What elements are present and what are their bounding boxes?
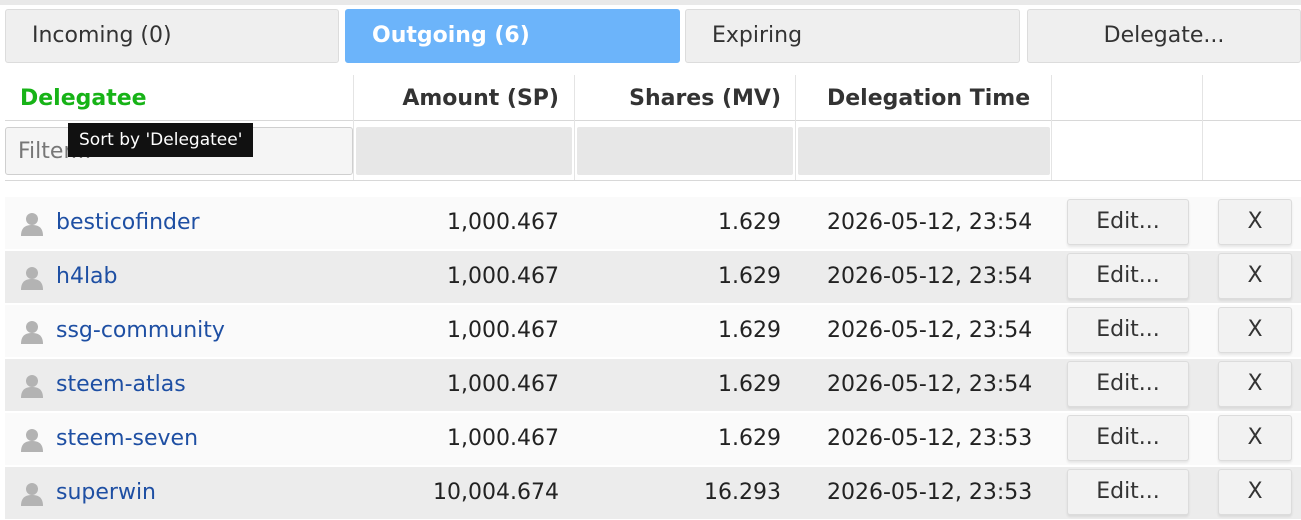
avatar-icon (19, 319, 45, 345)
shares-cell: 1.629 (718, 264, 781, 289)
remove-button[interactable]: X (1218, 199, 1292, 245)
time-filter-placeholder (798, 127, 1050, 175)
edit-button[interactable]: Edit... (1067, 307, 1189, 353)
column-header-amount[interactable]: Amount (SP) (355, 75, 559, 121)
amount-cell: 1,000.467 (447, 372, 559, 397)
column-header-shares[interactable]: Shares (MV) (577, 75, 781, 121)
remove-button[interactable]: X (1218, 253, 1292, 299)
table-row: steem-atlas 1,000.467 1.629 2026-05-12, 23:… (5, 359, 1301, 411)
edit-button[interactable]: Edit... (1067, 415, 1189, 461)
shares-cell: 1.629 (718, 426, 781, 451)
tab-bar: Incoming (0) Outgoing (6) Expiring Deleg… (0, 5, 1301, 71)
edit-button[interactable]: Edit... (1067, 253, 1189, 299)
table-row: steem-seven 1,000.467 1.629 2026-05-12, 23:… (5, 413, 1301, 465)
remove-button[interactable]: X (1218, 307, 1292, 353)
amount-cell: 10,004.674 (433, 480, 559, 505)
table-row: ssg-community 1,000.467 1.629 2026-05-12, 2… (5, 305, 1301, 357)
remove-button[interactable]: X (1218, 415, 1292, 461)
tab-outgoing[interactable]: Outgoing (6) (345, 9, 680, 63)
table-row: besticofinder 1,000.467 1.629 2026-05-12, 2… (5, 197, 1301, 249)
remove-button[interactable]: X (1218, 361, 1292, 407)
table-row: superwin 10,004.674 16.293 2026-05-12, 23:5… (5, 467, 1301, 519)
delegatee-link[interactable]: superwin (56, 467, 156, 519)
amount-cell: 1,000.467 (447, 426, 559, 451)
delegation-time-cell: 2026-05-12, 23:54 (827, 210, 1033, 235)
table-row: h4lab 1,000.467 1.629 2026-05-12, 23:54 Edit… (5, 251, 1301, 303)
delegations-grid: Delegatee Amount (SP) Shares (MV) Delega… (5, 75, 1301, 520)
delegation-time-cell: 2026-05-12, 23:54 (827, 318, 1033, 343)
delegatee-link[interactable]: h4lab (56, 251, 118, 303)
delegation-time-cell: 2026-05-12, 23:53 (827, 480, 1033, 505)
shares-cell: 1.629 (718, 210, 781, 235)
tab-incoming[interactable]: Incoming (0) (5, 9, 339, 63)
shares-filter-placeholder (577, 127, 793, 175)
edit-button[interactable]: Edit... (1067, 199, 1189, 245)
avatar-icon (19, 373, 45, 399)
amount-cell: 1,000.467 (447, 318, 559, 343)
delegation-time-cell: 2026-05-12, 23:54 (827, 372, 1033, 397)
column-header-delegatee[interactable]: Delegatee (20, 75, 350, 121)
remove-button[interactable]: X (1218, 469, 1292, 515)
avatar-icon (19, 211, 45, 237)
delegatee-link[interactable]: steem-atlas (56, 359, 186, 411)
amount-cell: 1,000.467 (447, 210, 559, 235)
amount-filter-placeholder (356, 127, 572, 175)
shares-cell: 1.629 (718, 318, 781, 343)
column-header-delegation-time[interactable]: Delegation Time (827, 75, 1052, 121)
delegation-time-cell: 2026-05-12, 23:53 (827, 426, 1033, 451)
delegation-time-cell: 2026-05-12, 23:54 (827, 264, 1033, 289)
tab-expiring[interactable]: Expiring (685, 9, 1020, 63)
sort-tooltip: Sort by 'Delegatee' (68, 123, 254, 157)
shares-cell: 16.293 (704, 480, 781, 505)
delegatee-link[interactable]: besticofinder (56, 197, 200, 249)
avatar-icon (19, 427, 45, 453)
delegatee-link[interactable]: steem-seven (56, 413, 198, 465)
header-row: Delegatee Amount (SP) Shares (MV) Delega… (5, 75, 1301, 121)
amount-cell: 1,000.467 (447, 264, 559, 289)
delegatee-link[interactable]: ssg-community (56, 305, 225, 357)
avatar-icon (19, 481, 45, 507)
edit-button[interactable]: Edit... (1067, 361, 1189, 407)
tab-delegate[interactable]: Delegate... (1027, 9, 1301, 63)
avatar-icon (19, 265, 45, 291)
shares-cell: 1.629 (718, 372, 781, 397)
edit-button[interactable]: Edit... (1067, 469, 1189, 515)
